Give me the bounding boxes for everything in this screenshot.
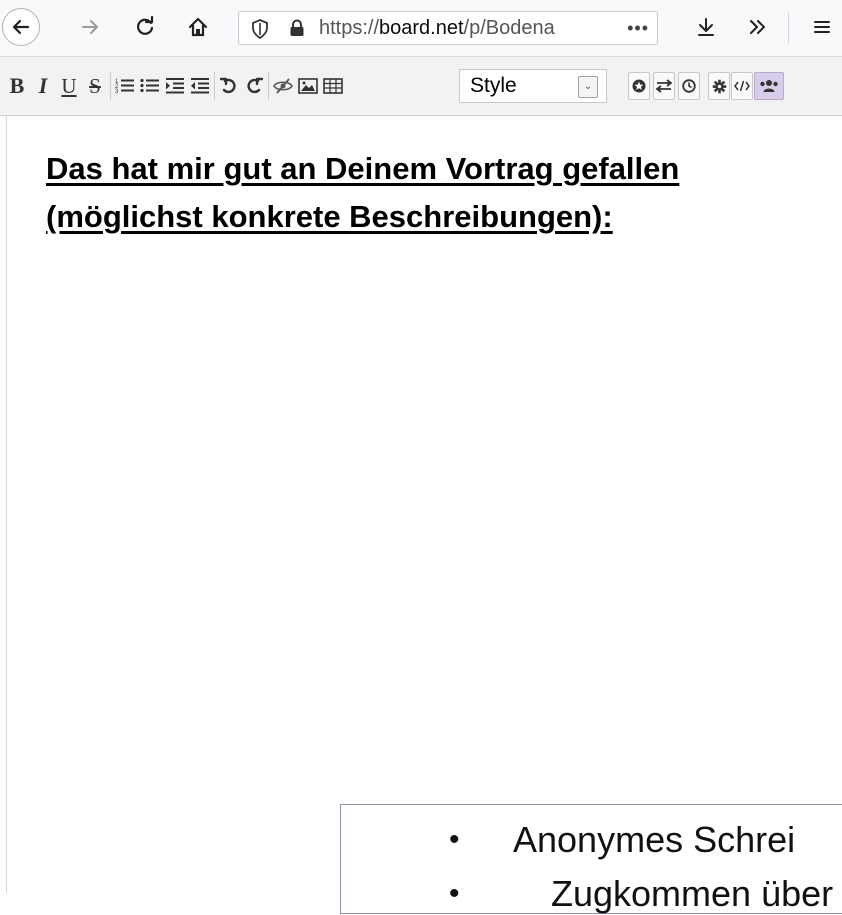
bullet-glyph: •: [449, 877, 460, 910]
url-text: https://board.net/p/Bodena: [319, 12, 619, 44]
toolbar-separator: [268, 72, 269, 100]
style-select-value: Style: [470, 74, 517, 97]
insert-table-button[interactable]: [322, 68, 344, 104]
forward-button[interactable]: [72, 9, 108, 45]
outdent-button[interactable]: [189, 68, 211, 104]
back-button[interactable]: [2, 8, 40, 46]
chevron-down-icon[interactable]: ⌄: [578, 76, 598, 98]
double-chevron-right-icon: [750, 20, 765, 34]
insert-image-button[interactable]: [297, 68, 319, 104]
back-arrow-icon: [12, 19, 30, 35]
page-actions-menu[interactable]: •••: [627, 12, 649, 44]
indent-button[interactable]: [164, 68, 186, 104]
style-select[interactable]: Style ⌄: [459, 69, 607, 103]
bullet-list-icon: [140, 78, 159, 93]
undo-icon: [220, 77, 236, 94]
url-domain: board.net: [379, 17, 464, 39]
code-icon: [734, 80, 750, 92]
editor-toolbar: B I U S 1 2 3 Style ⌄: [0, 57, 842, 116]
timeslider-button[interactable]: [678, 72, 700, 100]
browser-navbar: https://board.net/p/Bodena •••: [0, 0, 842, 57]
image-icon: [298, 78, 318, 94]
outdent-icon: [191, 78, 209, 94]
heading-line-2: (möglichst konkrete Beschreibungen):: [46, 199, 613, 234]
bold-button[interactable]: B: [6, 68, 28, 104]
forward-arrow-icon: [82, 20, 98, 34]
clock-icon: [682, 79, 696, 93]
hamburger-menu-icon: [814, 21, 830, 33]
toolbar-separator: [110, 72, 111, 100]
bullet-glyph: •: [449, 823, 460, 856]
redo-button[interactable]: [243, 68, 265, 104]
tracking-protection-shield-icon[interactable]: [251, 19, 269, 39]
redo-icon: [247, 77, 263, 94]
toggle-visibility-button[interactable]: [272, 68, 294, 104]
ordered-list-button[interactable]: 1 2 3: [114, 68, 136, 104]
gear-icon: [712, 79, 726, 93]
padlock-icon[interactable]: [289, 19, 305, 37]
italic-button[interactable]: I: [32, 68, 54, 104]
bullet-list-button[interactable]: [139, 68, 161, 104]
users-button[interactable]: [754, 72, 784, 100]
downloads-button[interactable]: [688, 9, 724, 45]
overlay-text-box: • Anonymes Schrei • Zugkommen über: [340, 804, 842, 914]
document-left-border: [6, 116, 7, 893]
star-circle-icon: [632, 79, 646, 93]
star-button[interactable]: [628, 72, 650, 100]
import-export-button[interactable]: [653, 72, 675, 100]
toolbar-separator: [214, 72, 215, 100]
bullet-text: Zugkommen über: [551, 873, 834, 914]
reload-icon: [137, 16, 154, 35]
ordered-list-icon: 1 2 3: [115, 79, 134, 95]
home-button[interactable]: [180, 9, 216, 45]
strikethrough-button[interactable]: S: [84, 68, 106, 104]
app-menu-button[interactable]: [804, 9, 840, 45]
svg-text:3: 3: [115, 89, 119, 95]
overflow-button[interactable]: [740, 9, 776, 45]
navbar-separator: [788, 12, 789, 44]
table-icon: [323, 78, 343, 94]
settings-button[interactable]: [708, 72, 730, 100]
home-icon: [188, 17, 208, 37]
swap-arrows-icon: [655, 79, 673, 93]
indent-icon: [166, 78, 184, 94]
eye-slash-icon: [273, 78, 293, 94]
url-path: /p/Bodena: [463, 17, 555, 39]
bullet-text: Anonymes Schrei: [513, 819, 796, 860]
underline-button[interactable]: U: [58, 68, 80, 104]
reload-button[interactable]: [127, 9, 163, 45]
url-bar[interactable]: https://board.net/p/Bodena •••: [238, 11, 658, 45]
users-icon: [760, 80, 778, 92]
embed-code-button[interactable]: [731, 72, 753, 100]
heading-line-1: Das hat mir gut an Deinem Vortrag gefall…: [46, 151, 680, 186]
url-scheme: https://: [319, 17, 380, 39]
download-arrow-icon: [698, 18, 714, 36]
undo-button[interactable]: [218, 68, 240, 104]
document-heading[interactable]: Das hat mir gut an Deinem Vortrag gefall…: [46, 145, 836, 241]
